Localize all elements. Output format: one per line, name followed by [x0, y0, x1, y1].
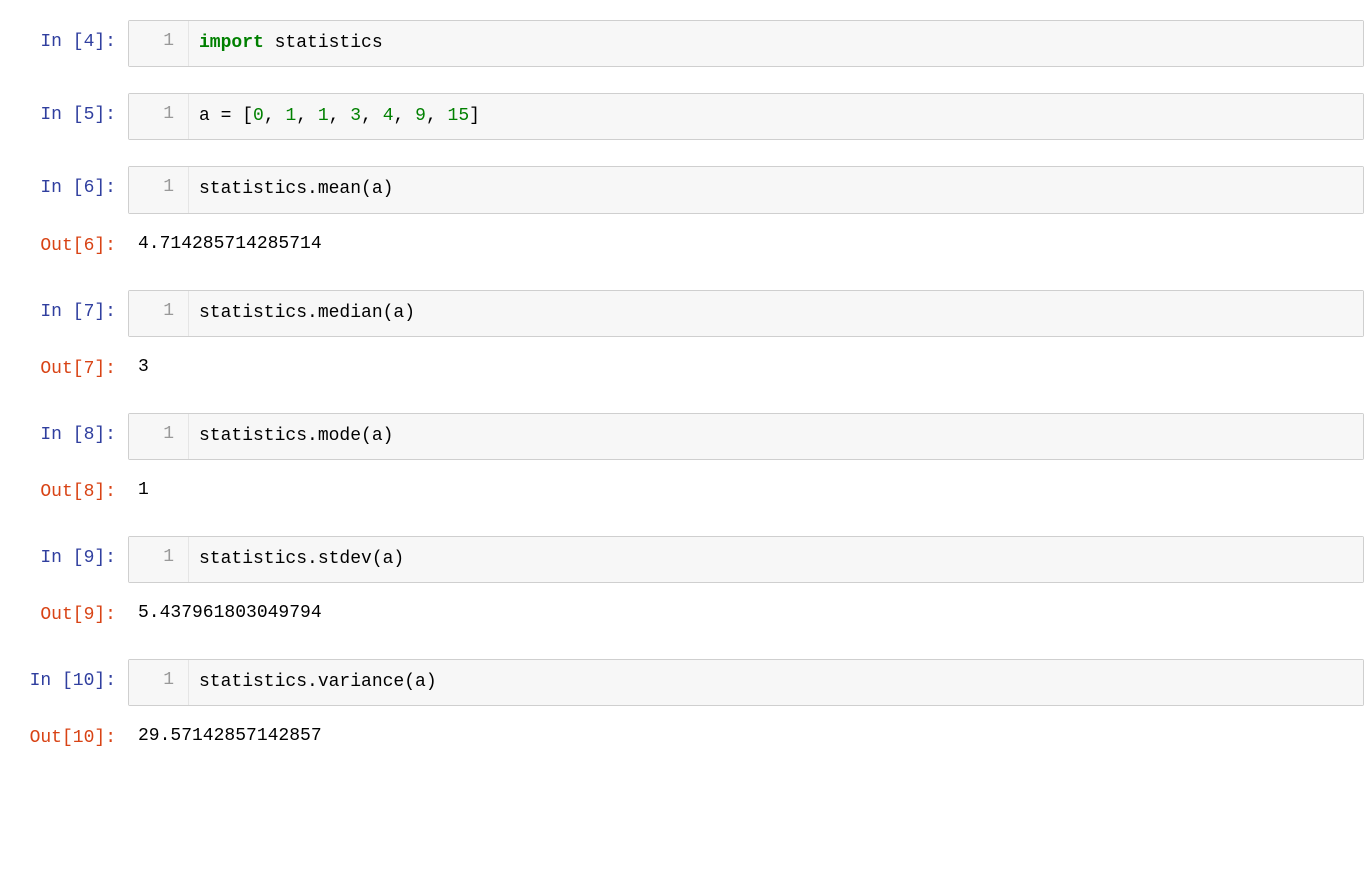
code-token: ] [469, 106, 480, 126]
code-input-area[interactable]: 1 statistics.variance(a) [128, 659, 1364, 706]
input-cell: In [7]:1 statistics.median(a) [0, 290, 1372, 337]
code-token: statistics.stdev(a) [199, 549, 404, 569]
output-cell: Out[8]:1 [0, 470, 1372, 510]
cell-group: In [7]:1 statistics.median(a) Out[7]:3 [0, 290, 1372, 387]
input-prompt: In [9]: [8, 536, 128, 571]
input-prompt: In [10]: [8, 659, 128, 694]
cell-group: In [6]:1 statistics.mean(a) Out[6]:4.71428… [0, 166, 1372, 263]
line-number-gutter: 1 [129, 660, 189, 705]
output-prompt: Out[8]: [8, 470, 128, 505]
code-token: statistics.median(a) [199, 303, 415, 323]
code-token: 0 [253, 106, 264, 126]
line-number-gutter: 1 [129, 167, 189, 212]
code-content[interactable]: statistics.mode(a) [189, 414, 1363, 459]
code-token: , [394, 106, 416, 126]
code-token: import [199, 33, 264, 53]
output-text: 4.714285714285714 [128, 224, 1364, 264]
cell-group: In [9]:1 statistics.stdev(a) Out[9]:5.4379… [0, 536, 1372, 633]
code-token: 4 [383, 106, 394, 126]
input-prompt: In [5]: [8, 93, 128, 128]
code-token: 9 [415, 106, 426, 126]
input-cell: In [5]:1a = [0, 1, 1, 3, 4, 9, 15] [0, 93, 1372, 140]
input-cell: In [9]:1 statistics.stdev(a) [0, 536, 1372, 583]
code-token: statistics [264, 33, 383, 53]
cell-group: In [10]:1 statistics.variance(a) Out[10]:2… [0, 659, 1372, 756]
code-input-area[interactable]: 1 statistics.mean(a) [128, 166, 1364, 213]
code-content[interactable]: a = [0, 1, 1, 3, 4, 9, 15] [189, 94, 1363, 139]
code-token: 1 [285, 106, 296, 126]
code-token: statistics.mode(a) [199, 426, 393, 446]
output-text: 5.437961803049794 [128, 593, 1364, 633]
output-cell: Out[10]:29.57142857142857 [0, 716, 1372, 756]
line-number-gutter: 1 [129, 414, 189, 459]
code-token: , [329, 106, 351, 126]
code-token: 1 [318, 106, 329, 126]
line-number-gutter: 1 [129, 94, 189, 139]
input-prompt: In [6]: [8, 166, 128, 201]
code-token: statistics.variance(a) [199, 672, 437, 692]
input-prompt: In [4]: [8, 20, 128, 55]
code-input-area[interactable]: 1a = [0, 1, 1, 3, 4, 9, 15] [128, 93, 1364, 140]
code-content[interactable]: import statistics [189, 21, 1363, 66]
line-number-gutter: 1 [129, 291, 189, 336]
output-prompt: Out[9]: [8, 593, 128, 628]
output-text: 3 [128, 347, 1364, 387]
input-cell: In [6]:1 statistics.mean(a) [0, 166, 1372, 213]
output-prompt: Out[7]: [8, 347, 128, 382]
output-prompt: Out[6]: [8, 224, 128, 259]
input-prompt: In [8]: [8, 413, 128, 448]
code-content[interactable]: statistics.median(a) [189, 291, 1363, 336]
code-input-area[interactable]: 1 statistics.stdev(a) [128, 536, 1364, 583]
output-cell: Out[9]:5.437961803049794 [0, 593, 1372, 633]
input-cell: In [4]:1import statistics [0, 20, 1372, 67]
output-prompt: Out[10]: [8, 716, 128, 751]
code-input-area[interactable]: 1 statistics.median(a) [128, 290, 1364, 337]
output-cell: Out[7]:3 [0, 347, 1372, 387]
line-number-gutter: 1 [129, 537, 189, 582]
input-cell: In [8]:1 statistics.mode(a) [0, 413, 1372, 460]
code-content[interactable]: statistics.stdev(a) [189, 537, 1363, 582]
line-number-gutter: 1 [129, 21, 189, 66]
input-prompt: In [7]: [8, 290, 128, 325]
code-input-area[interactable]: 1import statistics [128, 20, 1364, 67]
code-content[interactable]: statistics.variance(a) [189, 660, 1363, 705]
cell-group: In [5]:1a = [0, 1, 1, 3, 4, 9, 15] [0, 93, 1372, 140]
output-text: 29.57142857142857 [128, 716, 1364, 756]
code-token: , [361, 106, 383, 126]
output-text: 1 [128, 470, 1364, 510]
code-token: , [296, 106, 318, 126]
code-token: 3 [350, 106, 361, 126]
code-input-area[interactable]: 1 statistics.mode(a) [128, 413, 1364, 460]
input-cell: In [10]:1 statistics.variance(a) [0, 659, 1372, 706]
cell-group: In [8]:1 statistics.mode(a) Out[8]:1 [0, 413, 1372, 510]
cell-group: In [4]:1import statistics [0, 20, 1372, 67]
code-token: , [426, 106, 448, 126]
notebook: In [4]:1import statisticsIn [5]:1a = [0,… [0, 20, 1372, 756]
code-token: a = [ [199, 106, 253, 126]
code-token: , [264, 106, 286, 126]
output-cell: Out[6]:4.714285714285714 [0, 224, 1372, 264]
code-token: statistics.mean(a) [199, 179, 393, 199]
code-token: 15 [448, 106, 470, 126]
code-content[interactable]: statistics.mean(a) [189, 167, 1363, 212]
